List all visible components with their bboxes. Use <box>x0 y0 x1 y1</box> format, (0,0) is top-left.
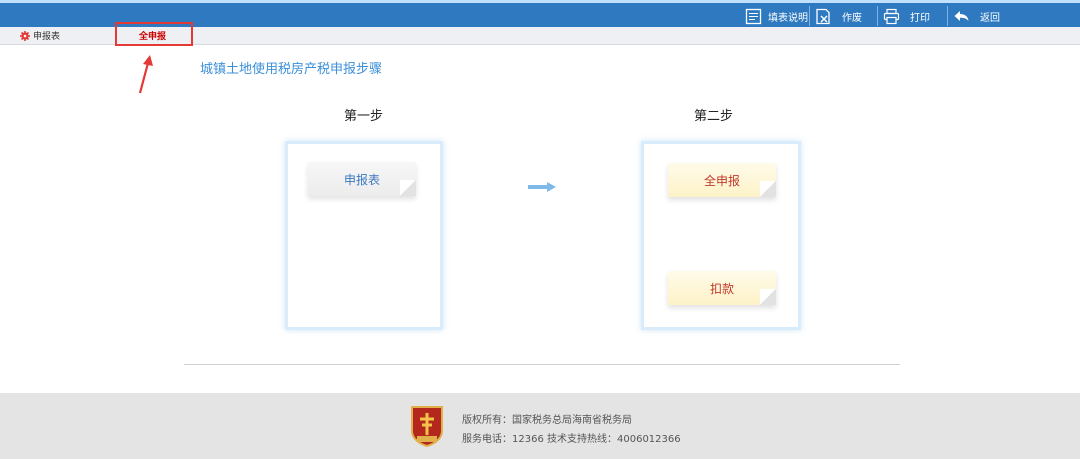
report-form-button[interactable]: 申报表 <box>308 162 416 196</box>
void-label: 作废 <box>842 12 862 24</box>
page-curl <box>400 180 416 196</box>
annotation-arrow-icon <box>138 55 153 94</box>
flow-arrow-icon <box>528 182 556 192</box>
print-label: 打印 <box>910 12 930 24</box>
page-curl <box>760 289 776 305</box>
fill-help-label: 填表说明 <box>768 12 808 24</box>
footer <box>0 393 1080 459</box>
footer-service: 服务电话：12366 技术支持热线：4006012366 <box>462 434 681 445</box>
deduct-button-label: 扣款 <box>709 281 734 296</box>
step2-title: 第二步 <box>694 109 734 124</box>
tab-report-form[interactable]: 申报表 <box>20 29 60 42</box>
gear-icon <box>20 30 30 41</box>
full-report-button-label: 全申报 <box>703 173 740 188</box>
deduct-button[interactable]: 扣款 <box>668 271 776 305</box>
footer-copyright: 版权所有：国家税务总局海南省税务局 <box>462 415 632 426</box>
print-button[interactable]: 打印 <box>883 5 930 27</box>
fill-help-button[interactable]: 填表说明 <box>745 5 808 27</box>
tab-report-form-label: 申报表 <box>33 32 61 42</box>
page-title: 城镇土地使用税房产税申报步骤 <box>200 62 383 77</box>
highlight-box <box>115 22 193 46</box>
full-report-button[interactable]: 全申报 <box>668 163 776 197</box>
back-label: 返回 <box>980 12 1000 24</box>
void-button[interactable]: 作废 <box>815 5 862 27</box>
step1-title: 第一步 <box>344 109 384 124</box>
content-divider <box>184 364 900 365</box>
tax-emblem-logo <box>411 406 443 447</box>
document-icon <box>745 8 762 25</box>
back-button[interactable]: 返回 <box>953 5 1000 27</box>
page-curl <box>760 181 776 197</box>
report-form-button-label: 申报表 <box>343 172 380 187</box>
void-document-icon <box>815 8 832 25</box>
back-arrow-icon <box>953 8 970 25</box>
printer-icon <box>883 8 900 25</box>
